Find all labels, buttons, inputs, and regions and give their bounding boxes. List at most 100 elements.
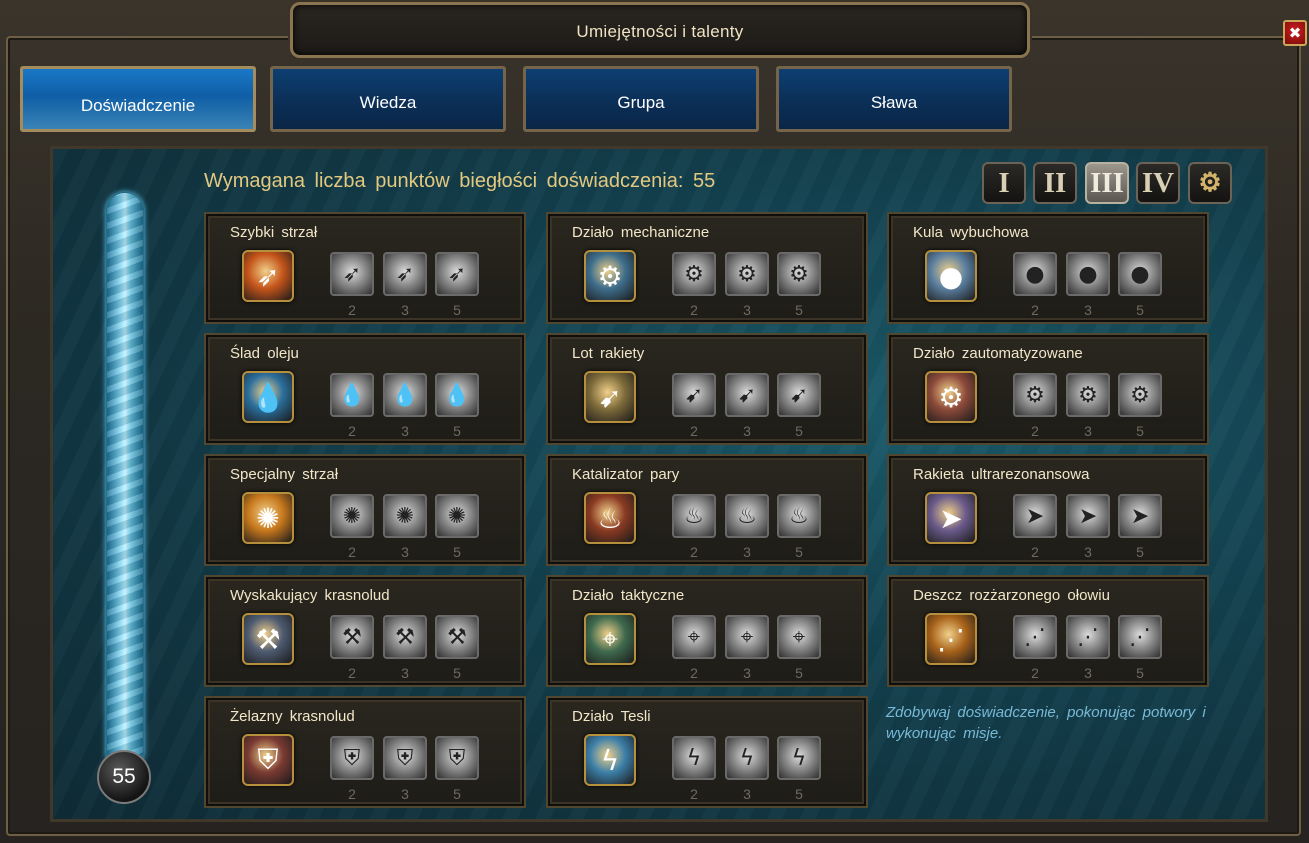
mechanical-cannon-upgrade-2-icon[interactable]: ⚙ [725,252,769,296]
jumping-dwarf-upgrade-2-icon[interactable]: ⚒ [383,615,427,659]
iron-dwarf-upgrade-1-icon[interactable]: ⛨ [330,736,374,780]
lead-rain-icon[interactable]: ⋰ [925,613,977,665]
iron-dwarf-icon[interactable]: ⛨ [242,734,294,786]
upgrade-cost: 2 [348,665,356,681]
tesla-cannon-upgrade-3-icon[interactable]: ϟ [777,736,821,780]
oil-drop-icon[interactable]: 💧 [242,371,294,423]
upgrade-cost: 5 [795,423,803,439]
tactical-cannon-upgrade-2-icon[interactable]: ⌖ [725,615,769,659]
flaming-arrow-upgrade-3-icon[interactable]: ➶ [435,252,479,296]
tesla-cannon-upgrade-2-icon[interactable]: ϟ [725,736,769,780]
automated-cannon-upgrade-3-icon[interactable]: ⚙ [1118,373,1162,417]
automated-cannon-upgrade-2-icon[interactable]: ⚙ [1066,373,1110,417]
upgrade-cost: 5 [1136,665,1144,681]
rocket-flight-upgrade-1-icon[interactable]: ➹ [672,373,716,417]
skill-name: Ślad oleju [230,345,299,362]
bomb-icon[interactable]: ● [925,250,977,302]
upgrade-cost: 3 [743,544,751,560]
mechanical-cannon-icon[interactable]: ⚙ [584,250,636,302]
ultra-rocket-icon[interactable]: ➤ [925,492,977,544]
gears-button[interactable]: ⚙ [1188,162,1232,204]
upgrade-cost: 3 [1084,544,1092,560]
tab-2[interactable]: Wiedza [270,66,506,132]
lead-rain-upgrade-3-icon[interactable]: ⋰ [1118,615,1162,659]
tesla-cannon-upgrade-1-icon[interactable]: ϟ [672,736,716,780]
rocket-flight-upgrade-2-icon[interactable]: ➹ [725,373,769,417]
lead-rain-upgrade-2-icon[interactable]: ⋰ [1066,615,1110,659]
ultra-rocket-upgrade-1-icon[interactable]: ➤ [1013,494,1057,538]
upgrade-cost: 2 [348,302,356,318]
upgrade-cost: 2 [348,423,356,439]
tactical-cannon-upgrade-3-icon[interactable]: ⌖ [777,615,821,659]
steam-catalyst-icon[interactable]: ♨ [584,492,636,544]
upgrade-cost: 5 [453,423,461,439]
skill-card: Rakieta ultrarezonansowa ➤ ➤ 2 ➤ 3 ➤ 5 [887,454,1209,566]
skill-card: Działo taktyczne ⌖ ⌖ 2 ⌖ 3 ⌖ 5 [546,575,868,687]
close-button[interactable]: ✖ [1283,20,1307,46]
tab-3[interactable]: Grupa [523,66,759,132]
bomb-upgrade-1-icon[interactable]: ● [1013,252,1057,296]
oil-drop-upgrade-1-icon[interactable]: 💧 [330,373,374,417]
upgrade-cost: 2 [1031,544,1039,560]
upgrade-cost: 2 [1031,665,1039,681]
upgrade-cost: 5 [1136,544,1144,560]
iron-dwarf-upgrade-3-icon[interactable]: ⛨ [435,736,479,780]
steam-catalyst-upgrade-3-icon[interactable]: ♨ [777,494,821,538]
skill-name: Działo mechaniczne [572,224,710,241]
fireball-shot-upgrade-3-icon[interactable]: ✺ [435,494,479,538]
rocket-flight-icon[interactable]: ➹ [584,371,636,423]
skill-name: Lot rakiety [572,345,645,362]
ultra-rocket-upgrade-3-icon[interactable]: ➤ [1118,494,1162,538]
mechanical-cannon-upgrade-3-icon[interactable]: ⚙ [777,252,821,296]
bomb-upgrade-2-icon[interactable]: ● [1066,252,1110,296]
bomb-upgrade-3-icon[interactable]: ● [1118,252,1162,296]
upgrade-cost: 3 [401,786,409,802]
upgrade-cost: 5 [453,665,461,681]
tab-1[interactable]: Doświadczenie [20,66,256,132]
tab-4[interactable]: Sława [776,66,1012,132]
rocket-flight-upgrade-3-icon[interactable]: ➹ [777,373,821,417]
skill-card: Lot rakiety ➹ ➹ 2 ➹ 3 ➹ 5 [546,333,868,445]
ultra-rocket-upgrade-2-icon[interactable]: ➤ [1066,494,1110,538]
steam-catalyst-upgrade-2-icon[interactable]: ♨ [725,494,769,538]
tactical-cannon-upgrade-1-icon[interactable]: ⌖ [672,615,716,659]
automated-cannon-icon[interactable]: ⚙ [925,371,977,423]
level-indicator: 55 [97,750,151,804]
skill-card: Działo mechaniczne ⚙ ⚙ 2 ⚙ 3 ⚙ 5 [546,212,868,324]
upgrade-cost: 2 [690,544,698,560]
skill-card: Katalizator pary ♨ ♨ 2 ♨ 3 ♨ 5 [546,454,868,566]
upgrade-cost: 5 [795,665,803,681]
oil-drop-upgrade-2-icon[interactable]: 💧 [383,373,427,417]
upgrade-cost: 3 [743,786,751,802]
skill-name: Działo zautomatyzowane [913,345,1083,362]
tier-2-button[interactable]: II [1033,162,1077,204]
fireball-shot-upgrade-1-icon[interactable]: ✺ [330,494,374,538]
steam-catalyst-upgrade-1-icon[interactable]: ♨ [672,494,716,538]
lead-rain-upgrade-1-icon[interactable]: ⋰ [1013,615,1057,659]
jumping-dwarf-upgrade-1-icon[interactable]: ⚒ [330,615,374,659]
tactical-cannon-icon[interactable]: ⌖ [584,613,636,665]
tier-3-button[interactable]: III [1085,162,1129,204]
upgrade-cost: 3 [1084,665,1092,681]
upgrade-cost: 3 [401,302,409,318]
jumping-dwarf-icon[interactable]: ⚒ [242,613,294,665]
fireball-shot-upgrade-2-icon[interactable]: ✺ [383,494,427,538]
tier-1-button[interactable]: I [982,162,1026,204]
automated-cannon-upgrade-1-icon[interactable]: ⚙ [1013,373,1057,417]
skill-name: Deszcz rozżarzonego ołowiu [913,587,1110,604]
flaming-arrow-upgrade-2-icon[interactable]: ➶ [383,252,427,296]
mechanical-cannon-upgrade-1-icon[interactable]: ⚙ [672,252,716,296]
upgrade-cost: 3 [401,423,409,439]
iron-dwarf-upgrade-2-icon[interactable]: ⛨ [383,736,427,780]
tesla-cannon-icon[interactable]: ϟ [584,734,636,786]
upgrade-cost: 3 [743,302,751,318]
skill-card: Kula wybuchowa ● ● 2 ● 3 ● 5 [887,212,1209,324]
upgrade-cost: 5 [795,302,803,318]
flaming-arrow-icon[interactable]: ➶ [242,250,294,302]
jumping-dwarf-upgrade-3-icon[interactable]: ⚒ [435,615,479,659]
flaming-arrow-upgrade-1-icon[interactable]: ➶ [330,252,374,296]
tier-4-button[interactable]: IV [1136,162,1180,204]
oil-drop-upgrade-3-icon[interactable]: 💧 [435,373,479,417]
fireball-shot-icon[interactable]: ✺ [242,492,294,544]
skill-card: Deszcz rozżarzonego ołowiu ⋰ ⋰ 2 ⋰ 3 ⋰ 5 [887,575,1209,687]
